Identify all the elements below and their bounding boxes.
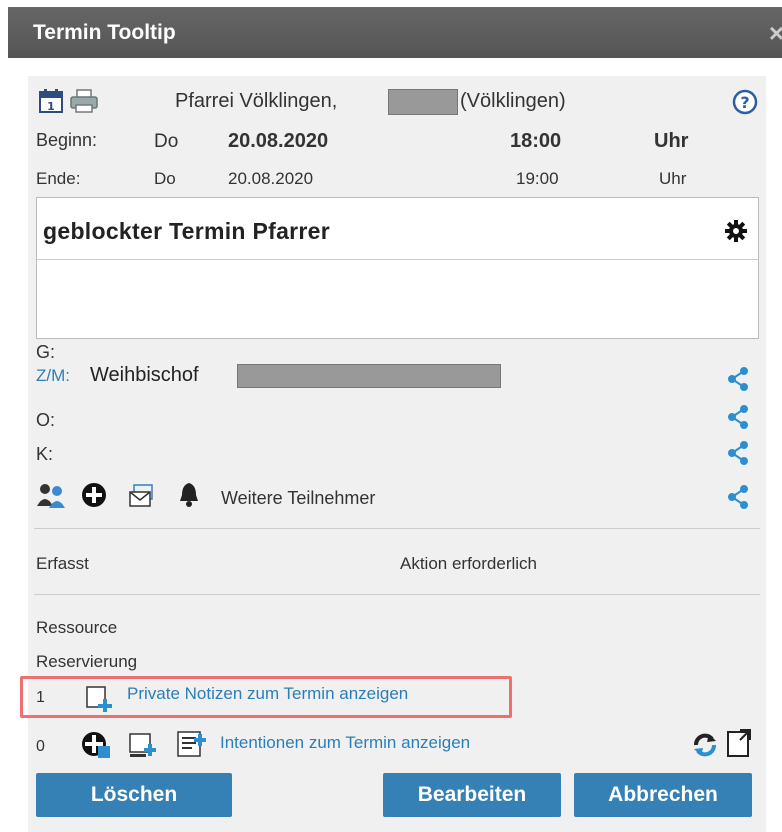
begin-time: 18:00 (510, 130, 562, 152)
intentions-count: 0 (36, 738, 45, 755)
begin-date: 20.08.2020 (228, 130, 329, 152)
subject-box[interactable]: geblockter Termin Pfarrer (36, 197, 759, 339)
notes-count: 1 (36, 689, 45, 706)
subject-separator (37, 259, 758, 260)
end-date: 20.08.2020 (228, 169, 314, 188)
parish-location: (Völklingen) (460, 90, 566, 112)
resource-label: Ressource (36, 618, 118, 637)
subject-title: geblockter Termin Pfarrer (43, 218, 331, 244)
parish-name: Pfarrei Völklingen, (175, 90, 338, 112)
edit-document-icon[interactable] (128, 730, 160, 765)
svg-text:1: 1 (47, 100, 55, 113)
appointment-panel: 1 Pfarrei Völklingen, (Völklingen) ? Beg… (20, 76, 766, 832)
participants-icon[interactable] (36, 482, 68, 515)
zm-label[interactable]: Z/M: (36, 366, 70, 386)
redacted-block (237, 364, 501, 388)
add-intention-icon[interactable] (80, 730, 112, 765)
private-notes-link[interactable]: Private Notizen zum Termin anzeigen (127, 684, 408, 704)
end-label: Ende: (36, 169, 81, 188)
g-label: G: (36, 342, 56, 362)
k-label: K: (36, 444, 54, 464)
window-titlebar: Termin Tooltip × (8, 7, 782, 58)
add-note-icon[interactable] (85, 685, 115, 718)
edit-button[interactable]: Bearbeiten (383, 773, 561, 817)
begin-unit: Uhr (654, 130, 689, 152)
add-circle-icon[interactable] (81, 482, 107, 513)
o-label: O: (36, 410, 56, 430)
help-icon[interactable]: ? (732, 89, 758, 120)
cancel-button[interactable]: Abbrechen (574, 773, 752, 817)
share-icon[interactable] (728, 405, 748, 429)
divider (34, 594, 760, 595)
begin-label: Beginn: (36, 130, 98, 150)
share-icon[interactable] (728, 441, 748, 465)
end-time: 19:00 (516, 169, 559, 188)
intentions-link[interactable]: Intentionen zum Termin anzeigen (220, 733, 470, 753)
delete-button[interactable]: Löschen (36, 773, 232, 817)
divider (34, 528, 760, 529)
gear-icon[interactable] (724, 219, 748, 248)
reservation-label: Reservierung (36, 652, 138, 671)
captured-label: Erfasst (36, 554, 89, 573)
printer-icon[interactable] (69, 88, 99, 119)
more-participants-label[interactable]: Weitere Teilnehmer (221, 488, 375, 509)
action-required-label: Aktion erforderlich (400, 554, 538, 573)
share-icon[interactable] (728, 367, 748, 391)
redacted-block (388, 89, 458, 115)
list-document-icon[interactable] (176, 730, 208, 765)
share-icon[interactable] (728, 485, 748, 509)
end-day: Do (154, 169, 176, 188)
mail-icon[interactable] (128, 483, 156, 514)
bell-icon[interactable] (178, 481, 200, 514)
end-unit: Uhr (659, 169, 687, 188)
open-external-icon[interactable] (726, 728, 752, 763)
calendar-icon[interactable]: 1 (38, 88, 64, 119)
close-icon[interactable]: × (769, 18, 782, 49)
svg-text:?: ? (740, 93, 749, 112)
window-title: Termin Tooltip (33, 21, 176, 44)
begin-day: Do (154, 131, 179, 152)
refresh-icon[interactable] (692, 732, 718, 763)
zm-value: Weihbischof (90, 364, 199, 386)
